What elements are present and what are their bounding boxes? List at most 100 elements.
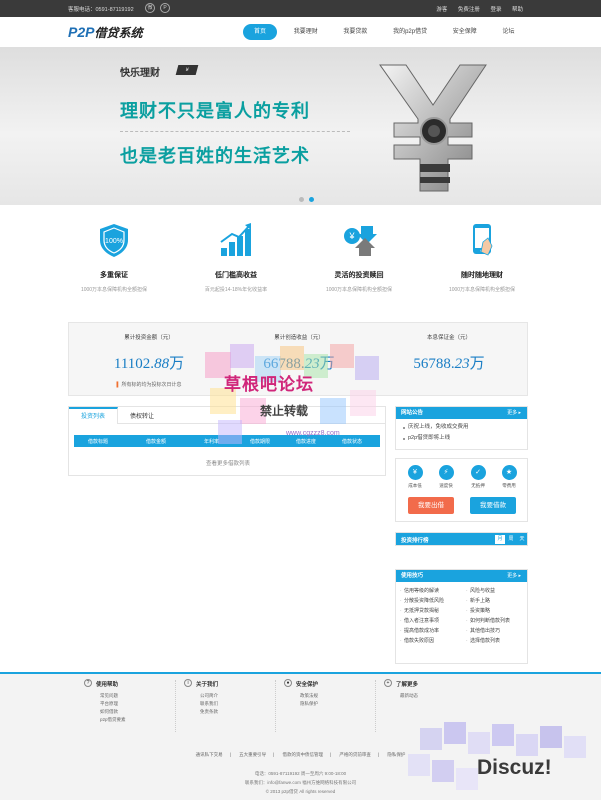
nav-menu: 首页 我要理财 我要贷款 我的p2p借贷 安全保障 论坛 xyxy=(243,24,529,40)
footer-col-title: ? 使用帮助 xyxy=(84,679,184,688)
footer-col-about: i 关于我们 公司简介 联系我们 免责条款 xyxy=(184,679,284,716)
weibo-icon[interactable]: 微 xyxy=(145,3,155,13)
footer-link[interactable]: 最新动态 xyxy=(384,692,484,700)
footer-link[interactable]: 平台原理 xyxy=(84,700,184,708)
feature-guarantee: 100% 多重保证 1000万本息保障机构全额担保 xyxy=(68,222,160,294)
tip-item[interactable]: 借款失败原因 xyxy=(396,636,462,646)
lend-button[interactable]: 我要出借 xyxy=(408,497,454,514)
discuz-text: Discuz! xyxy=(477,756,552,779)
col-amount[interactable]: 借款金额 xyxy=(146,438,166,445)
site-logo[interactable]: P2P借贷系统 xyxy=(68,24,142,41)
footer-link[interactable]: 公司简介 xyxy=(184,692,284,700)
col-title[interactable]: 借款标题 xyxy=(88,438,108,445)
tip-item[interactable]: 风险与收益 xyxy=(462,586,528,596)
features-row: 100% 多重保证 1000万本息保障机构全额担保 低门槛高收益 百元起投14-… xyxy=(68,222,528,312)
tips-header: 使用技巧 更多 ▸ xyxy=(396,570,527,582)
tip-item[interactable]: 如何判断借款列表 xyxy=(462,616,528,626)
banner-tag-badge: ¥ xyxy=(175,65,199,75)
stat-guarantee-fund: 本息保证金（元） 56788.23万 xyxy=(374,333,524,373)
tips-more-link[interactable]: 更多 ▸ xyxy=(507,570,521,582)
plus-icon: + xyxy=(384,679,392,687)
nav-item-security[interactable]: 安全保障 xyxy=(444,24,486,40)
quick-label: 零费用 xyxy=(502,483,516,488)
register-link[interactable]: 免费注册 xyxy=(458,7,480,13)
nav-item-my-account[interactable]: 我的p2p借贷 xyxy=(384,24,436,40)
more-loans-link[interactable]: 查看更多借款列表 xyxy=(69,459,387,467)
question-icon: ? xyxy=(84,679,92,687)
ranking-tab-week[interactable]: 周 xyxy=(506,535,516,544)
slide-dots xyxy=(299,197,319,204)
guest-link[interactable]: 游客 xyxy=(436,7,447,13)
logo-latin: P2P xyxy=(68,24,95,40)
footer-link[interactable]: 常见问题 xyxy=(84,692,184,700)
svg-text:100%: 100% xyxy=(105,238,123,245)
footer-col-more: + 了解更多 最新动态 xyxy=(384,679,484,700)
tip-item[interactable]: 分散投资降低风险 xyxy=(396,596,462,606)
yen-vault-icon xyxy=(379,64,487,192)
tip-item[interactable]: 投资策略 xyxy=(462,606,528,616)
footer-link[interactable]: 通讯私下交易 xyxy=(196,752,223,757)
footer-link[interactable]: p2p借贷要素 xyxy=(84,716,184,724)
feature-redeem: ¥ 灵活的投资赎回 1000万本息保障机构全额担保 xyxy=(313,222,405,294)
nav-item-borrow[interactable]: 我要贷款 xyxy=(334,24,376,40)
quick-low-cost: ¥ 成本低 xyxy=(403,465,427,489)
feature-desc: 百元起投14-18%年化收益率 xyxy=(204,287,268,293)
footer-link[interactable]: 政策法规 xyxy=(284,692,384,700)
feature-desc: 1000万本息保障机构全额担保 xyxy=(325,287,393,293)
ranking-tab-month[interactable]: 月 xyxy=(495,535,505,544)
discuz-watermark: Discuz! xyxy=(400,718,600,800)
quick-label: 无抵押 xyxy=(471,483,485,488)
exchange-icon: ¥ xyxy=(344,226,377,256)
slide-dot-2[interactable] xyxy=(309,197,314,202)
footer-link[interactable]: 联系我们 xyxy=(184,700,284,708)
quick-actions: ¥ 成本低 ⚡ 速度快 ✓ 无抵押 ★ 零费用 我要出借 我要借款 xyxy=(395,458,528,522)
info-icon: i xyxy=(184,679,192,687)
feature-desc: 1000万本息保障机构全额担保 xyxy=(448,287,516,293)
footer-link[interactable]: 隐私保护 xyxy=(284,700,384,708)
footer-link[interactable]: 如何借款 xyxy=(84,708,184,716)
footer-col-help: ? 使用帮助 常见问题 平台原理 如何借款 p2p借贷要素 xyxy=(84,679,184,724)
ranking-title: 投资排行榜 xyxy=(401,538,429,544)
nav-item-forum[interactable]: 论坛 xyxy=(493,24,523,40)
quick-no-collateral: ✓ 无抵押 xyxy=(466,465,490,489)
footer-link[interactable]: 免责条款 xyxy=(184,708,284,716)
tip-item[interactable]: 选择借款列表 xyxy=(462,636,528,646)
tip-item[interactable]: 其他借出技巧 xyxy=(462,626,528,636)
banner-headline: 理财不只是富人的专利 xyxy=(120,101,310,121)
slide-dot-1[interactable] xyxy=(299,197,304,202)
footer-link[interactable]: 借款的资中债信管理 xyxy=(283,752,324,757)
tip-item[interactable]: 新手上路 xyxy=(462,596,528,606)
footer-link[interactable]: 严格的贷前审查 xyxy=(339,752,371,757)
tab-invest-list[interactable]: 投资列表 xyxy=(69,407,119,424)
borrow-button[interactable]: 我要借款 xyxy=(470,497,516,514)
shield-icon: 100% xyxy=(100,224,128,257)
feature-desc: 1000万本息保障机构全额担保 xyxy=(80,287,148,293)
footer-link[interactable]: 五大重要引导 xyxy=(239,752,266,757)
tips-title: 使用技巧 xyxy=(401,573,424,579)
login-link[interactable]: 登录 xyxy=(490,7,501,13)
top-bar: 客服电话：0591-87119192 微 P 游客 免费注册 登录 帮助 xyxy=(0,0,601,17)
svg-text:¥: ¥ xyxy=(348,231,355,241)
logo-cn: 借贷系统 xyxy=(94,26,143,40)
ranking-tab-day[interactable]: 天 xyxy=(517,535,527,544)
notice-item[interactable]: p2p借贷即将上线 xyxy=(396,433,527,444)
help-link[interactable]: 帮助 xyxy=(512,7,523,13)
notice-header: 网站公告 更多 ▸ xyxy=(396,407,527,419)
nav-item-invest[interactable]: 我要理财 xyxy=(285,24,327,40)
feature-title: 灵活的投资赎回 xyxy=(334,272,384,279)
hero-banner[interactable]: 快乐理财 ¥ 理财不只是富人的专利 也是老百姓的生活艺术 xyxy=(0,47,601,205)
main-nav: P2P借贷系统 首页 我要理财 我要贷款 我的p2p借贷 安全保障 论坛 xyxy=(0,17,601,47)
tip-item[interactable]: 信用等级的解读 xyxy=(396,586,462,596)
tab-debt-transfer[interactable]: 债权转让 xyxy=(118,409,166,426)
notice-list: 庆祝上线，免收成交费用 p2p借贷即将上线 xyxy=(396,422,527,444)
notice-item[interactable]: 庆祝上线，免收成交费用 xyxy=(396,422,527,433)
flash-icon: ⚡ xyxy=(438,465,454,480)
tip-item[interactable]: 提高借款成功率 xyxy=(396,626,462,636)
nav-item-home[interactable]: 首页 xyxy=(243,24,278,40)
tip-item[interactable]: 无抵押贷款揭秘 xyxy=(396,606,462,616)
qq-icon[interactable]: P xyxy=(160,3,170,13)
quick-label: 速度快 xyxy=(439,483,453,488)
tip-item[interactable]: 借入者注意事项 xyxy=(396,616,462,626)
notice-more-link[interactable]: 更多 ▸ xyxy=(507,407,521,419)
stat-label: 累计创造收益（元） xyxy=(274,335,324,341)
